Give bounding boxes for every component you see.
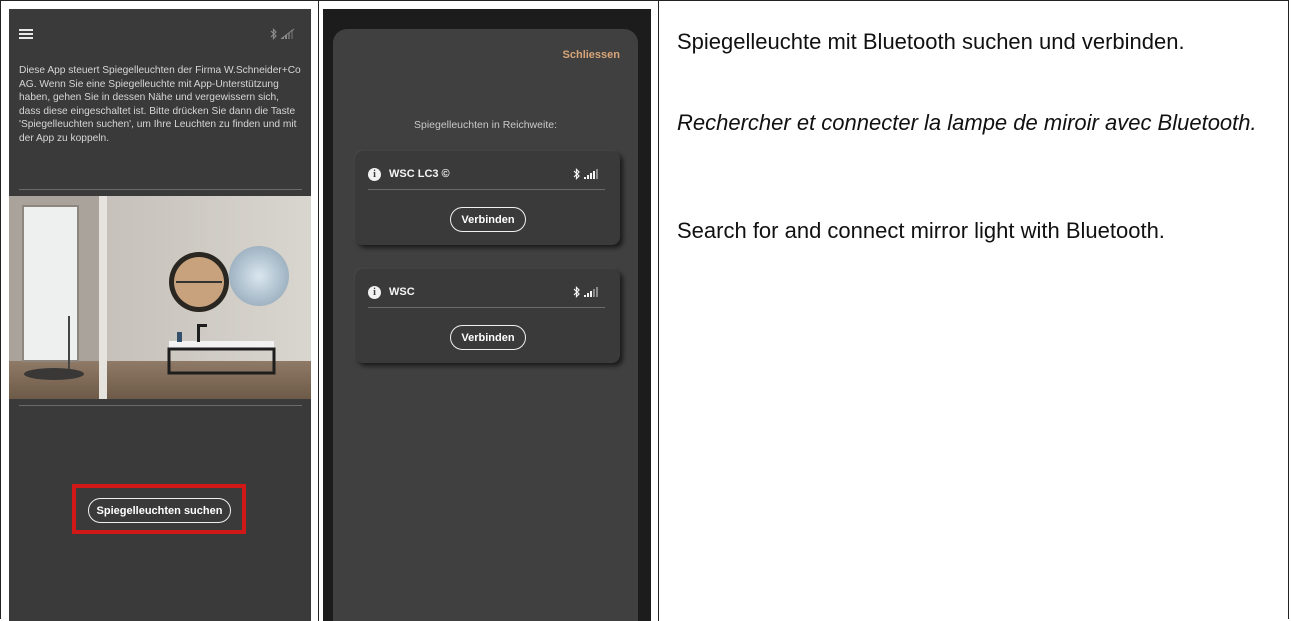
description-german: Spiegelleuchte mit Bluetooth suchen und … <box>677 29 1185 54</box>
device-name: WSC <box>389 286 415 298</box>
separator-2 <box>658 0 659 621</box>
separator-1 <box>318 0 319 621</box>
info-icon[interactable]: i <box>368 168 381 181</box>
search-mirror-lights-button[interactable]: Spiegelleuchten suchen <box>88 498 231 523</box>
description-english: Search for and connect mirror light with… <box>677 218 1165 243</box>
device-name: WSC LC3 © <box>389 168 450 180</box>
device-list-sheet: Schliessen Spiegelleuchten in Reichweite… <box>333 29 638 621</box>
in-range-label: Spiegelleuchten in Reichweite: <box>413 119 557 131</box>
description-french: Rechercher et connecter la lampe de miro… <box>677 110 1257 135</box>
divider <box>368 189 605 190</box>
bluetooth-signal-icon <box>572 168 604 183</box>
divider <box>368 307 605 308</box>
close-button[interactable]: Schliessen <box>563 49 620 61</box>
phone-screen-device-list: Schliessen Spiegelleuchten in Reichweite… <box>323 9 651 621</box>
hamburger-menu-icon[interactable] <box>19 29 33 39</box>
bluetooth-signal-icon <box>572 286 604 301</box>
bathroom-mirror-photo <box>9 196 311 399</box>
device-card: i WSC LC3 © Verbinden <box>355 151 620 245</box>
device-card: i WSC Verbinden <box>355 269 620 363</box>
bluetooth-signal-icon <box>269 28 299 43</box>
info-icon[interactable]: i <box>368 286 381 299</box>
divider <box>19 189 302 190</box>
intro-text: Diese App steuert Spiegelleuchten der Fi… <box>19 65 301 144</box>
divider <box>19 405 302 406</box>
connect-button[interactable]: Verbinden <box>450 207 526 232</box>
connect-button[interactable]: Verbinden <box>450 325 526 350</box>
phone-screen-intro: Diese App steuert Spiegelleuchten der Fi… <box>9 9 311 621</box>
